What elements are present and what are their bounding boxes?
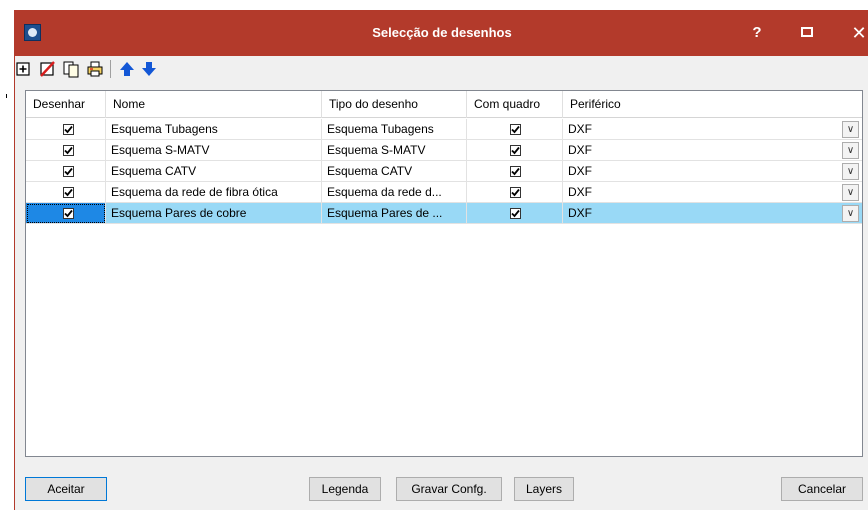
legend-button[interactable]: Legenda [309,477,381,501]
cell-com-quadro[interactable] [467,182,563,203]
draw-checkbox[interactable] [63,208,74,219]
layers-button[interactable]: Layers [514,477,574,501]
periferico-value: DXF [568,206,592,220]
cell-nome[interactable]: Esquema da rede de fibra ótica [106,182,322,203]
cell-nome[interactable]: Esquema CATV [106,161,322,182]
cell-periferico[interactable]: DXF ∨ [563,203,862,224]
cell-desenhar[interactable] [26,119,106,140]
cell-text: Esquema Tubagens [111,122,218,136]
delete-icon[interactable] [38,60,56,78]
cell-text: Esquema CATV [111,164,197,178]
cell-text: Esquema da rede de fibra ótica [111,185,278,199]
cell-periferico[interactable]: DXF ∨ [563,182,862,203]
print-icon[interactable] [86,60,104,78]
periferico-value: DXF [568,122,592,136]
cell-text: Esquema CATV [327,164,413,178]
column-header-desenhar[interactable]: Desenhar [26,91,106,118]
cell-com-quadro[interactable] [467,119,563,140]
column-header-com-quadro[interactable]: Com quadro [467,91,563,118]
cell-desenhar[interactable] [26,203,106,224]
cell-text: Esquema S-MATV [111,143,210,157]
table-row[interactable]: Esquema Pares de cobre Esquema Pares de .… [26,203,862,224]
table-row[interactable]: Esquema da rede de fibra ótica Esquema da… [26,182,862,203]
draw-checkbox[interactable] [63,187,74,198]
cell-desenhar[interactable] [26,161,106,182]
column-header-tipo[interactable]: Tipo do desenho [322,91,467,118]
frame-checkbox[interactable] [510,145,521,156]
cell-nome[interactable]: Esquema S-MATV [106,140,322,161]
cell-tipo[interactable]: Esquema Tubagens [322,119,467,140]
column-header-nome[interactable]: Nome [106,91,322,118]
table-row[interactable]: Esquema S-MATV Esquema S-MATV DXF ∨ [26,140,862,161]
help-button[interactable]: ? [739,20,775,46]
add-icon[interactable] [14,60,32,78]
drawings-grid: Desenhar Nome Tipo do desenho Com quadro… [25,90,863,457]
cell-com-quadro[interactable] [467,203,563,224]
table-row[interactable]: Esquema Tubagens Esquema Tubagens DXF ∨ [26,119,862,140]
cell-tipo[interactable]: Esquema Pares de ... [322,203,467,224]
accept-button[interactable]: Aceitar [25,477,107,501]
cell-periferico[interactable]: DXF ∨ [563,161,862,182]
cell-text: Esquema Pares de ... [327,206,443,220]
chevron-down-icon[interactable]: ∨ [842,163,859,180]
draw-checkbox[interactable] [63,166,74,177]
copy-icon[interactable] [62,60,80,78]
chevron-down-icon[interactable]: ∨ [842,121,859,138]
frame-checkbox[interactable] [510,208,521,219]
cancel-button[interactable]: Cancelar [781,477,863,501]
column-header-periferico[interactable]: Periférico [563,91,862,118]
title-bar[interactable]: Selecção de desenhos ? ✕ [15,10,868,56]
toolbar-separator [110,60,111,78]
maximize-icon [801,27,813,37]
cell-desenhar[interactable] [26,182,106,203]
chevron-down-icon[interactable]: ∨ [842,184,859,201]
periferico-value: DXF [568,185,592,199]
cell-nome[interactable]: Esquema Tubagens [106,119,322,140]
maximize-button[interactable] [789,20,825,46]
cell-tipo[interactable]: Esquema da rede d... [322,182,467,203]
cell-text: Esquema da rede d... [327,185,442,199]
cell-com-quadro[interactable] [467,161,563,182]
cell-tipo[interactable]: Esquema CATV [322,161,467,182]
frame-checkbox[interactable] [510,166,521,177]
table-row[interactable]: Esquema CATV Esquema CATV DXF ∨ [26,161,862,182]
move-down-icon[interactable] [140,60,158,78]
frame-checkbox[interactable] [510,187,521,198]
cell-text: Esquema Tubagens [327,122,434,136]
draw-checkbox[interactable] [63,145,74,156]
cell-periferico[interactable]: DXF ∨ [563,140,862,161]
cell-com-quadro[interactable] [467,140,563,161]
close-button[interactable]: ✕ [841,20,868,46]
move-up-icon[interactable] [118,60,136,78]
cell-text: Esquema S-MATV [327,143,426,157]
periferico-value: DXF [568,143,592,157]
periferico-value: DXF [568,164,592,178]
grid-header: Desenhar Nome Tipo do desenho Com quadro… [26,91,862,118]
chevron-down-icon[interactable]: ∨ [842,205,859,222]
cell-text: Esquema Pares de cobre [111,206,247,220]
cell-nome[interactable]: Esquema Pares de cobre [106,203,322,224]
cell-desenhar[interactable] [26,140,106,161]
chevron-down-icon[interactable]: ∨ [842,142,859,159]
save-config-button[interactable]: Gravar Confg. [396,477,502,501]
cell-periferico[interactable]: DXF ∨ [563,119,862,140]
cell-tipo[interactable]: Esquema S-MATV [322,140,467,161]
frame-checkbox[interactable] [510,124,521,135]
toolbar [14,58,234,82]
draw-checkbox[interactable] [63,124,74,135]
cursor-mark [6,94,7,98]
